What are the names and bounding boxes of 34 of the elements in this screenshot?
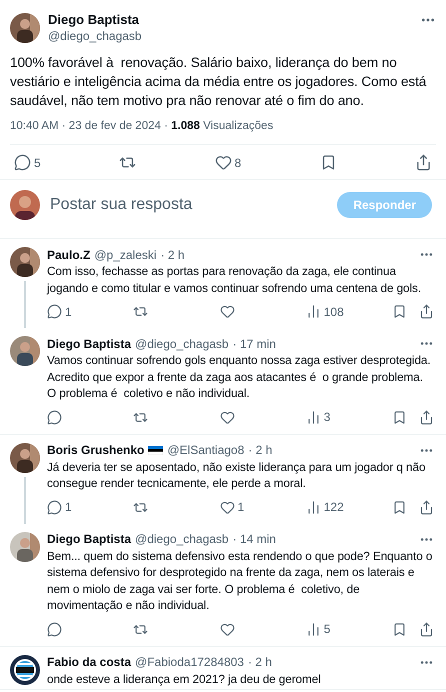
bookmark-icon[interactable] — [392, 500, 407, 514]
reply-author-handle[interactable]: @Fabioda17284803 — [135, 655, 244, 669]
reply-text: Bem... quem do sistema defensivo esta rendendo o que pode? Enquanto o sistema defensivo for desprotegido na frente da zaga, nem os laterais e nem o miolo de zaga vai ser forte. O problema é coletivo, de movimentação e não individual. — [47, 548, 434, 614]
bookmark-icon[interactable] — [392, 410, 407, 424]
reply-author-handle[interactable]: @diego_chagasb — [135, 532, 229, 546]
reply-time: · 2 h — [160, 248, 185, 262]
reply-author-name[interactable]: Boris Grushenko — [47, 443, 144, 457]
author-handle[interactable]: @diego_chagasb — [48, 29, 412, 43]
share-icon[interactable] — [415, 154, 432, 171]
reply-time: · 2 h — [248, 443, 272, 457]
reply-time: · 17 min — [232, 336, 276, 350]
post-text: 100% favorável à renovação. Salário baixo, liderança do bem no vestiário e inteligência acima da média entre os jogadores. Como está saudável, não tem motivo pra não renovar até o fim do ano. — [10, 54, 428, 110]
reply-author-handle[interactable]: @diego_chagasb — [135, 336, 229, 350]
reply-time: · 2 h — [248, 655, 272, 669]
bookmark-icon[interactable] — [392, 304, 407, 319]
reply-author-name[interactable]: Fabio da costa — [47, 655, 132, 669]
share-icon[interactable] — [419, 304, 434, 319]
share-icon[interactable] — [419, 622, 434, 636]
reply-text: Vamos continuar sofrendo gols enquanto nossa zaga estiver desprotegida. Acredito que expor a frente da zaga aos atacantes é o grande problema. O problema é coletivo e não individual. — [47, 352, 432, 402]
reply-text: onde esteve a liderança em 2021? ja deu de geromel — [47, 670, 322, 687]
bookmark-icon[interactable] — [392, 622, 407, 636]
reply-author-name[interactable]: Diego Baptista — [47, 336, 132, 350]
share-icon[interactable] — [419, 410, 434, 424]
share-icon[interactable] — [419, 500, 434, 514]
reply-author-handle[interactable]: @p_zaleski — [94, 248, 157, 262]
reply-text: Com isso, fechasse as portas para renovação da zaga, ele continua jogando e como titular e vamos continuar sofrendo uma centena de gols. — [47, 263, 422, 296]
post-meta: 10:40 AM · 23 de fev de 2024 · 1.088 Visualizações — [10, 120, 274, 132]
reply-time: · 14 min — [232, 532, 276, 546]
flag-icon — [148, 446, 164, 454]
reply-text: Já deveria ter se aposentado, não existe liderança para um jogador q não consegue render tecnicamente, ele perde a moral. — [47, 458, 426, 492]
author-name[interactable]: Diego Baptista — [48, 12, 412, 27]
reply-author-name[interactable]: Paulo.Z — [47, 248, 90, 262]
reply-author-handle[interactable]: @ElSantiago8 — [167, 443, 244, 457]
reply-author-name[interactable]: Diego Baptista — [47, 532, 132, 546]
